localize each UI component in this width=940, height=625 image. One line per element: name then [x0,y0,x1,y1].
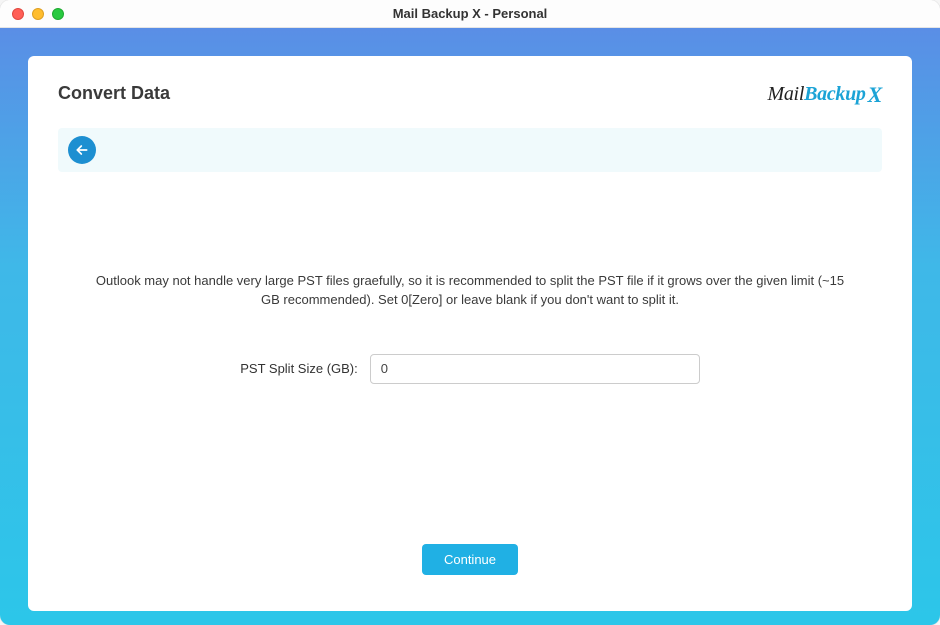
split-size-row: PST Split Size (GB): [240,354,700,384]
app-window: Mail Backup X - Personal Convert Data Ma… [0,0,940,625]
page-title: Convert Data [58,83,170,104]
info-text: Outlook may not handle very large PST fi… [90,272,850,310]
logo-text-backup: Backup [804,83,866,106]
app-background: Convert Data MailBackup X Outlook may no… [0,28,940,625]
continue-button[interactable]: Continue [422,544,518,575]
close-window-button[interactable] [12,8,24,20]
body-area: Outlook may not handle very large PST fi… [58,212,882,544]
card-header: Convert Data MailBackup X [58,80,882,106]
back-button[interactable] [68,136,96,164]
app-logo: MailBackup X [768,80,883,106]
titlebar: Mail Backup X - Personal [0,0,940,28]
logo-text-mail: Mail [768,83,805,106]
split-size-input[interactable] [370,354,700,384]
toolbar-strip [58,128,882,172]
split-size-label: PST Split Size (GB): [240,361,358,376]
logo-text-x: X [868,82,882,108]
content-card: Convert Data MailBackup X Outlook may no… [28,56,912,611]
window-title: Mail Backup X - Personal [0,6,940,21]
minimize-window-button[interactable] [32,8,44,20]
maximize-window-button[interactable] [52,8,64,20]
traffic-lights [12,8,64,20]
footer: Continue [58,544,882,575]
arrow-left-icon [74,142,90,158]
